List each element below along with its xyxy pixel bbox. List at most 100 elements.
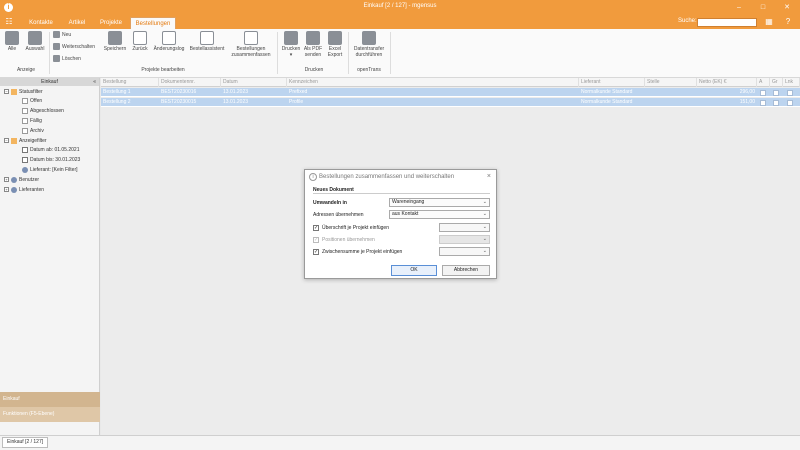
drucken-button[interactable]: Drucken ▾ xyxy=(281,31,301,58)
ribbon-separator xyxy=(277,32,278,74)
loeschen-button[interactable]: Löschen xyxy=(53,55,81,63)
document-icon xyxy=(22,117,28,124)
tree-filter-lieferant[interactable]: Lieferant: [Kein Filter] xyxy=(22,166,78,174)
column-header[interactable]: Lieferant xyxy=(579,78,645,87)
neu-button[interactable]: Neu xyxy=(53,31,71,39)
maximize-icon[interactable]: □ xyxy=(757,2,769,13)
grid-header: Bestellung Dokumentennr. Datum Kennzeich… xyxy=(101,78,800,87)
document-icon xyxy=(22,97,28,104)
row-checkbox[interactable] xyxy=(787,100,793,106)
bestellungen-zusammenfassen-button[interactable]: Bestellungen zusammenfassen xyxy=(229,31,273,58)
als-pdf-senden-button[interactable]: Als PDF senden xyxy=(303,31,323,58)
auswahl-button[interactable]: Auswahl xyxy=(24,31,46,52)
tree-lieferanten[interactable]: + Lieferanten xyxy=(4,186,44,194)
datentransfer-button[interactable]: Datentransfer durchführen xyxy=(351,31,387,58)
column-header[interactable]: Kennzeichen xyxy=(287,78,579,87)
column-header[interactable]: A xyxy=(757,78,770,87)
cancel-button[interactable]: Abbrechen xyxy=(442,265,490,276)
cell-kennzeichen: Prefixed xyxy=(289,89,308,95)
collapse-sidebar-icon[interactable]: « xyxy=(93,78,96,86)
zwischensumme-select[interactable]: ⌄ xyxy=(439,247,490,256)
umwandeln-label: Umwandeln in xyxy=(313,200,347,206)
tab-projekte[interactable]: Projekte xyxy=(96,17,126,29)
sidebar-title: Einkauf xyxy=(41,79,58,85)
collapse-node-icon[interactable]: − xyxy=(4,138,9,144)
aenderungslog-button[interactable]: Änderungslog xyxy=(153,31,185,52)
tree-item-archiv[interactable]: Archiv xyxy=(22,127,44,135)
tree-item-abgeschlossen[interactable]: Abgeschlossen xyxy=(22,107,64,115)
column-header[interactable]: Gr xyxy=(770,78,783,87)
expand-node-icon[interactable]: + xyxy=(4,177,9,183)
cell-bestellung: Bestellung 1 xyxy=(103,89,131,95)
speichern-button[interactable]: Speichern xyxy=(103,31,127,52)
minimize-icon[interactable]: – xyxy=(733,2,745,13)
ueberschrift-select[interactable]: ⌄ xyxy=(439,223,490,232)
help-icon[interactable]: ? xyxy=(783,17,793,27)
wand-icon xyxy=(200,31,214,45)
close-icon[interactable]: ✕ xyxy=(781,2,793,13)
tree-label: Benutzer xyxy=(19,177,40,183)
row-checkbox[interactable] xyxy=(760,100,766,106)
cell-bestellung: Bestellung 2 xyxy=(103,99,131,105)
grid-settings-icon[interactable]: ▦ xyxy=(764,17,774,27)
adressen-select[interactable]: aus Kontakt ⌄ xyxy=(389,210,490,219)
weiterschalten-button[interactable]: Weiterschalten xyxy=(53,43,95,51)
tree-label: Statusfilter xyxy=(19,89,43,95)
chevron-down-icon: ⌄ xyxy=(482,211,487,217)
dialog-title: Bestellungen zusammenfassen und weitersc… xyxy=(319,174,455,180)
tree-anzeigefilter[interactable]: − Anzeigefilter xyxy=(4,137,47,145)
row-checkbox[interactable] xyxy=(787,90,793,96)
bestellassistent-label: Bestellassistent xyxy=(189,46,225,52)
umwandeln-select[interactable]: Wareneingang ⌄ xyxy=(389,198,490,207)
tree-statusfilter[interactable]: − Statusfilter xyxy=(4,88,43,96)
column-header[interactable]: Datum xyxy=(221,78,287,87)
cell-dokumentennr: BEST20230016 xyxy=(161,89,197,95)
tree-filter-datum-bis[interactable]: Datum bis: 30.01.2023 xyxy=(22,156,80,164)
row-checkbox[interactable] xyxy=(773,100,779,106)
column-header[interactable]: Netto (EK) € xyxy=(697,78,757,87)
tree-benutzer[interactable]: + Benutzer xyxy=(4,176,39,184)
tree-item-faellig[interactable]: Fällig xyxy=(22,117,42,125)
dialog-close-icon[interactable]: × xyxy=(487,170,491,184)
column-header[interactable]: Lnk xyxy=(783,78,800,87)
ok-button[interactable]: OK xyxy=(391,265,437,276)
supplier-icon xyxy=(22,166,28,173)
tab-bestellungen[interactable]: Bestellungen xyxy=(130,17,176,29)
column-header[interactable]: Stelle xyxy=(645,78,697,87)
tree-label: Offen xyxy=(30,98,43,104)
column-header[interactable]: Dokumentennr. xyxy=(159,78,221,87)
merge-documents-icon xyxy=(244,31,258,45)
table-row[interactable]: Bestellung 1 BEST20230016 13.01.2023 Pre… xyxy=(101,88,800,97)
collapse-node-icon[interactable]: − xyxy=(4,89,9,95)
positionen-checkbox[interactable]: ✓ xyxy=(313,237,319,243)
zurueck-button[interactable]: Zurück xyxy=(130,31,150,52)
positionen-select[interactable]: ⌄ xyxy=(439,235,490,244)
search-label: Suche: xyxy=(678,18,697,24)
sidebar-panel-einkauf[interactable]: Einkauf xyxy=(0,392,100,407)
zwischensumme-checkbox[interactable]: ✓ xyxy=(313,249,319,255)
table-row[interactable]: Bestellung 2 BEST20230015 13.01.2023 Pro… xyxy=(101,98,800,107)
row-checkbox[interactable] xyxy=(773,90,779,96)
expand-node-icon[interactable]: + xyxy=(4,187,9,193)
tree-item-offen[interactable]: Offen xyxy=(22,97,42,105)
chevron-down-icon: ⌄ xyxy=(482,236,487,242)
list-selection-icon xyxy=(28,31,42,45)
speichern-label: Speichern xyxy=(103,46,127,52)
ueberschrift-checkbox[interactable]: ✓ xyxy=(313,225,319,231)
bestellassistent-button[interactable]: Bestellassistent xyxy=(188,31,226,52)
tab-artikel[interactable]: Artikel xyxy=(62,17,92,29)
document-icon xyxy=(22,127,28,134)
excel-export-button[interactable]: Excel Export xyxy=(325,31,345,58)
tab-kontakte[interactable]: Kontakte xyxy=(24,17,58,29)
tree-filter-datum-ab[interactable]: Datum ab: 01.05.2021 xyxy=(22,146,79,154)
alle-button[interactable]: Alle xyxy=(4,31,20,52)
status-tab-einkauf[interactable]: Einkauf [2 / 127] xyxy=(2,437,49,448)
sidebar-panel-funktionen[interactable]: Funktionen (F5-Ebene) xyxy=(0,407,100,422)
app-menu-icon[interactable]: ☷ xyxy=(4,17,14,27)
row-checkbox[interactable] xyxy=(760,90,766,96)
loeschen-label: Löschen xyxy=(62,56,81,62)
column-header[interactable]: Bestellung xyxy=(101,78,159,87)
calendar-icon xyxy=(22,146,28,153)
forward-icon xyxy=(53,43,60,51)
search-input[interactable] xyxy=(697,18,757,27)
